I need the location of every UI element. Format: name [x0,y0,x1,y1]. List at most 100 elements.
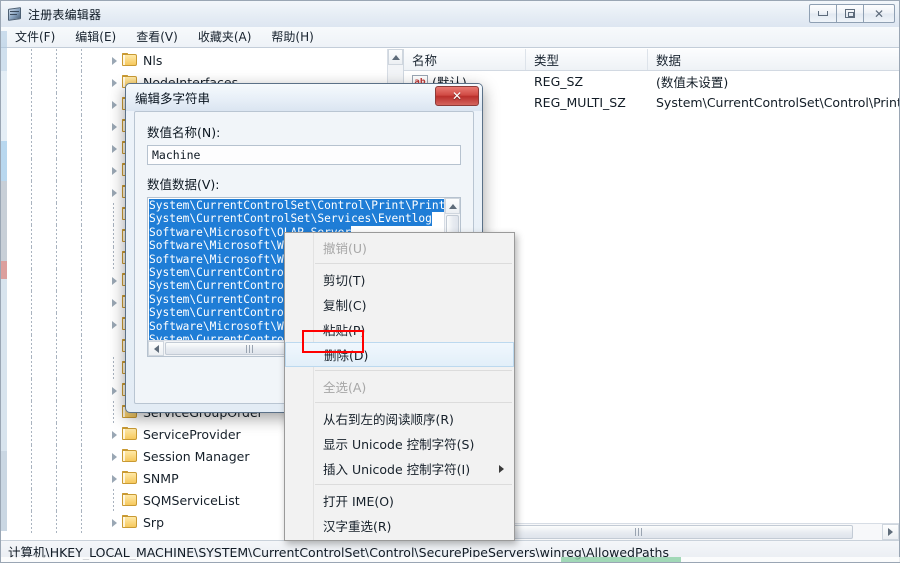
context-menu-item-paste[interactable]: 粘贴(P) [285,317,514,342]
expand-arrow-icon[interactable] [109,517,120,528]
tree-connector-icon [109,400,120,424]
tree-item-label: SQMServiceList [143,492,240,508]
list-column-headers: 名称 类型 数据 [404,49,899,71]
expand-arrow-icon[interactable] [109,297,120,308]
close-icon: ✕ [451,89,463,103]
menu-separator [315,263,512,264]
desktop-background-bottom [1,557,900,562]
submenu-arrow-icon [499,464,504,473]
chevron-right-icon [888,528,893,536]
context-menu-item-delete[interactable]: 删除(D) [285,342,514,367]
maximize-button[interactable] [836,4,864,23]
scroll-right-button[interactable] [882,524,899,540]
expand-arrow-icon[interactable] [109,55,120,66]
menu-separator [315,402,512,403]
scroll-up-button[interactable] [445,198,460,214]
menu-separator [315,370,512,371]
data-line: System\CurrentControlSet\Control\Print\P… [149,199,444,213]
menu-item-edit[interactable]: 编辑(E) [71,27,125,47]
registry-editor-window: 注册表编辑器 ✕ 文件(F) 编辑(E) 查看(V) 收藏夹(A) 帮助(H) [0,0,900,563]
value-type-cell: REG_MULTI_SZ [534,95,626,110]
folder-icon [122,53,138,67]
context-menu-item-open-ime[interactable]: 打开 IME(O) [285,488,514,513]
value-data-label: 数值数据(V): [147,177,220,192]
folder-icon [122,427,138,441]
column-header-type[interactable]: 类型 [526,49,648,70]
tree-connector-icon [109,356,120,380]
context-menu-item-undo[interactable]: 撤销(U) [285,235,514,260]
tree-item-label: Session Manager [143,448,250,464]
tree-connector-icon [109,202,120,226]
registry-editor-icon [7,6,23,22]
menu-separator [315,484,512,485]
tree-item-nls[interactable]: Nls [1,49,387,71]
grip-icon [245,344,253,353]
tree-item-label: ServiceProvider [143,426,241,442]
expand-arrow-icon[interactable] [109,429,120,440]
close-button[interactable]: ✕ [863,4,895,23]
context-menu-item-show-unicode-control-characters[interactable]: 显示 Unicode 控制字符(S) [285,431,514,456]
desktop-background-edge [1,31,7,531]
expand-arrow-icon[interactable] [109,165,120,176]
menu-bar: 文件(F) 编辑(E) 查看(V) 收藏夹(A) 帮助(H) [1,27,899,48]
menu-item-file[interactable]: 文件(F) [11,27,64,47]
context-menu-item-rtl-reading-order[interactable]: 从右到左的阅读顺序(R) [285,406,514,431]
expand-arrow-icon[interactable] [109,473,120,484]
expand-arrow-icon[interactable] [109,319,120,330]
tree-connector-icon [109,224,120,248]
value-type-cell: REG_SZ [534,74,584,89]
context-menu-item-insert-unicode-control-character[interactable]: 插入 Unicode 控制字符(I) [285,456,514,481]
tree-indent-guides [1,49,109,71]
menu-item-view[interactable]: 查看(V) [132,27,187,47]
value-data-cell: (数值未设置) [656,75,729,90]
expand-arrow-icon[interactable] [109,121,120,132]
tree-connector-icon [109,488,120,512]
context-menu: 撤销(U) 剪切(T) 复制(C) 粘贴(P) 删除(D) 全选(A) 从右到左… [284,232,515,541]
context-menu-item-copy[interactable]: 复制(C) [285,292,514,317]
tree-connector-icon [109,246,120,270]
expand-arrow-icon[interactable] [109,99,120,110]
column-header-data[interactable]: 数据 [648,49,899,70]
value-name-input[interactable]: Machine [147,145,461,165]
scroll-left-button[interactable] [148,341,164,356]
title-bar: 注册表编辑器 ✕ [1,1,899,27]
tree-indent-guides [1,71,109,93]
menu-item-favorites[interactable]: 收藏夹(A) [194,27,261,47]
context-menu-item-cut[interactable]: 剪切(T) [285,267,514,292]
chevron-up-icon [391,54,400,60]
chevron-up-icon [448,203,457,209]
context-menu-item-select-all[interactable]: 全选(A) [285,374,514,399]
chevron-left-icon [153,344,159,353]
maximize-icon [845,9,855,18]
value-data-cell: System\CurrentControlSet\Control\Print\P… [656,95,899,110]
tree-item-label: Nls [143,52,163,68]
context-menu-item-reconvert[interactable]: 汉字重选(R) [285,513,514,538]
expand-arrow-icon[interactable] [109,143,120,154]
close-icon: ✕ [873,6,885,21]
expand-arrow-icon[interactable] [109,187,120,198]
expand-arrow-icon[interactable] [109,451,120,462]
dialog-close-button[interactable]: ✕ [435,86,479,106]
grip-icon [634,528,642,536]
dialog-title-bar: 编辑多字符串 ✕ [126,84,482,111]
menu-item-help[interactable]: 帮助(H) [267,27,322,47]
data-line: System\CurrentControlSet\Services\Eventl… [149,212,432,226]
folder-icon [122,515,138,529]
minimize-button[interactable] [809,4,837,23]
value-name-label: 数值名称(N): [147,125,221,140]
dialog-title: 编辑多字符串 [135,91,211,106]
expand-arrow-icon[interactable] [109,385,120,396]
folder-icon [122,471,138,485]
minimize-icon [818,11,828,16]
folder-icon [122,449,138,463]
column-header-name[interactable]: 名称 [404,49,526,70]
tree-item-label: SNMP [143,470,179,486]
expand-arrow-icon[interactable] [109,77,120,88]
folder-icon [122,493,138,507]
context-menu-item-label: 插入 Unicode 控制字符(I) [323,462,471,477]
expand-arrow-icon[interactable] [109,275,120,286]
value-name-input-text: Machine [152,148,201,162]
scroll-up-button[interactable] [388,49,403,65]
collapse-arrow-icon[interactable] [109,341,120,352]
window-title: 注册表编辑器 [28,7,102,22]
